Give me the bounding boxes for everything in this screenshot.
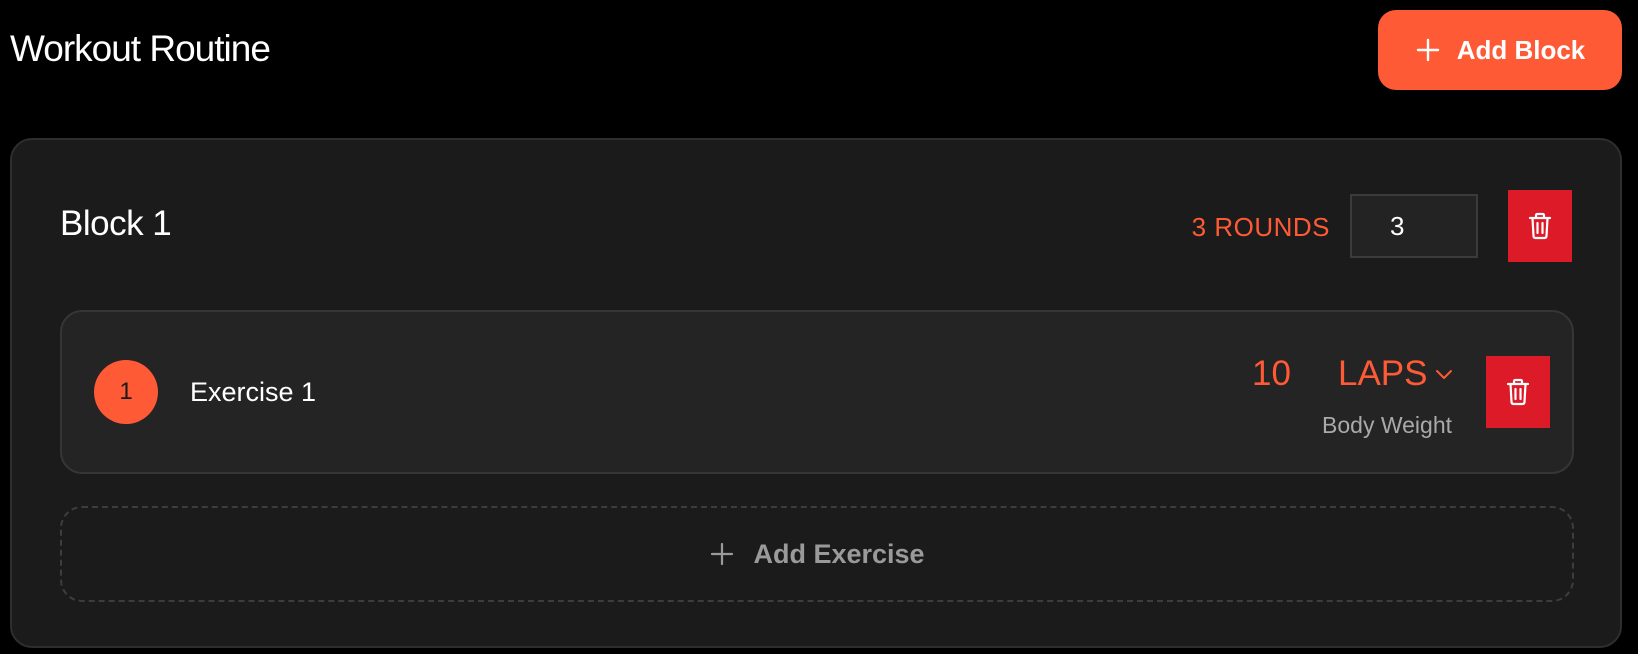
exercise-number-badge: 1 xyxy=(94,360,158,424)
plus-icon xyxy=(711,542,734,566)
add-block-label: Add Block xyxy=(1456,34,1586,65)
trash-icon xyxy=(1506,378,1530,406)
plus-icon xyxy=(1416,38,1439,62)
exercise-unit-label: LAPS xyxy=(1338,354,1428,393)
exercise-name[interactable]: Exercise 1 xyxy=(190,375,316,409)
delete-block-button[interactable] xyxy=(1508,190,1572,262)
exercise-unit-select[interactable]: LAPS xyxy=(1338,352,1454,396)
exercise-type: Body Weight xyxy=(1322,412,1452,438)
delete-exercise-button[interactable] xyxy=(1486,356,1550,428)
rounds-label: 3 ROUNDS xyxy=(1191,212,1330,242)
exercise-reps[interactable]: 10 xyxy=(1252,352,1291,396)
exercise-row: 1 Exercise 1 10 LAPS Body Weight xyxy=(60,310,1574,474)
block-title: Block 1 xyxy=(60,204,172,243)
add-exercise-label: Add Exercise xyxy=(753,538,925,569)
page-title: Workout Routine xyxy=(10,28,271,69)
block-card: Block 1 3 ROUNDS 1 Exercise 1 10 LAPS Bo… xyxy=(10,138,1622,648)
trash-icon xyxy=(1528,212,1552,240)
add-exercise-button[interactable]: Add Exercise xyxy=(60,506,1574,602)
add-block-button[interactable]: Add Block xyxy=(1378,10,1622,90)
chevron-down-icon xyxy=(1435,370,1452,379)
rounds-input[interactable] xyxy=(1350,194,1478,258)
workout-routine-page: Workout Routine Add Block Block 1 3 ROUN… xyxy=(0,0,1638,654)
